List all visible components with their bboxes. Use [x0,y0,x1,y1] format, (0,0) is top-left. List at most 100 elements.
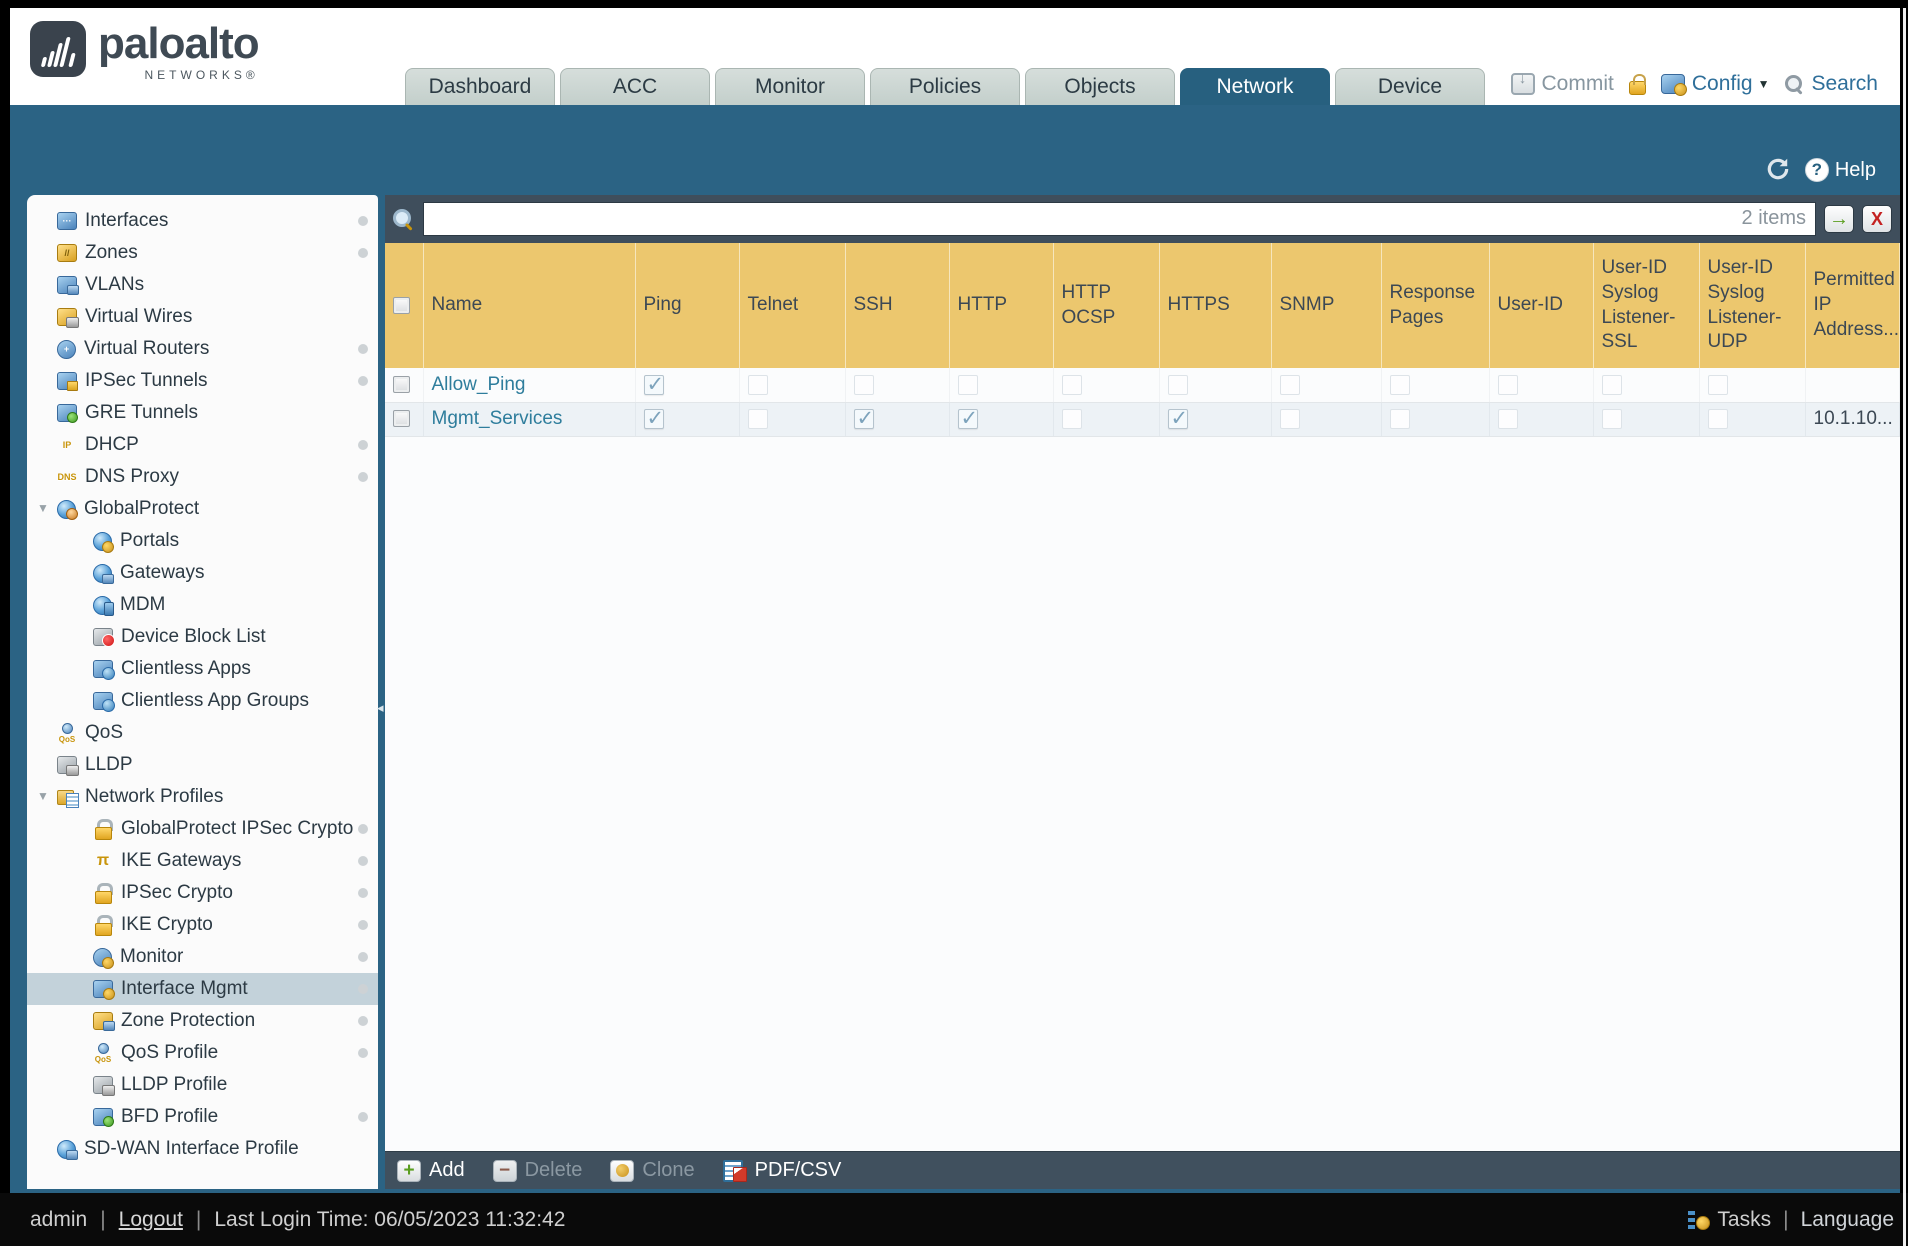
telnet-checkbox[interactable] [747,408,768,429]
search-button[interactable]: Search [1784,72,1878,96]
logout-link[interactable]: Logout [119,1208,183,1232]
sidebar-item-globalprotect[interactable]: ▼ GlobalProtect [27,493,378,525]
help-button[interactable]: ? Help [1804,158,1876,182]
tasks-button[interactable]: Tasks [1688,1208,1771,1232]
sidebar-item-qos[interactable]: QoS [27,717,378,749]
apply-filter-button[interactable]: → [1824,205,1854,233]
user-id-syslog-listener-ssl-checkbox[interactable] [1601,408,1622,429]
expander-icon[interactable]: ▼ [37,789,49,803]
lock-icon[interactable] [1628,73,1646,95]
sidebar-item-mdm[interactable]: MDM [27,589,378,621]
sidebar-item-ipsec-crypto[interactable]: IPSec Crypto [27,877,378,909]
clear-filter-button[interactable]: X [1862,205,1892,233]
column-header-user-id[interactable]: User-ID [1489,243,1594,368]
expander-icon[interactable]: ▼ [37,501,49,515]
tab-monitor[interactable]: Monitor [715,68,865,105]
clone-button[interactable]: Clone [610,1159,695,1182]
pdf-csv-button[interactable]: PDF/CSV [722,1159,841,1182]
http-checkbox[interactable] [957,406,978,430]
sidebar-item-clientless-app-groups[interactable]: Clientless App Groups [27,685,378,717]
filter-input[interactable] [423,202,1816,236]
tab-policies[interactable]: Policies [870,68,1020,105]
http-ocsp-checkbox[interactable] [1061,408,1082,429]
column-header-response-pages[interactable]: Response Pages [1381,243,1490,368]
sidebar-item-zone-protection[interactable]: Zone Protection [27,1005,378,1037]
add-button[interactable]: + Add [397,1159,465,1182]
tab-device[interactable]: Device [1335,68,1485,105]
https-checkbox[interactable] [1167,406,1188,430]
http-checkbox[interactable] [957,374,978,395]
column-header-ping[interactable]: Ping [635,243,740,368]
column-header-ssh[interactable]: SSH [845,243,950,368]
row-select-checkbox[interactable] [393,410,410,428]
tab-objects[interactable]: Objects [1025,68,1175,105]
sidebar-item-interface-mgmt[interactable]: Interface Mgmt [27,973,378,1005]
snmp-checkbox[interactable] [1279,374,1300,395]
config-button[interactable]: Config ▼ [1660,72,1769,96]
sidebar-item-dns-proxy[interactable]: DNS Proxy [27,461,378,493]
ping-checkbox[interactable] [643,372,664,396]
sidebar-item-ike-crypto[interactable]: IKE Crypto [27,909,378,941]
sidebar-item-qos-profile[interactable]: QoS Profile [27,1037,378,1069]
sidebar-item-interfaces[interactable]: Interfaces [27,205,378,237]
sidebar-item-gateways[interactable]: Gateways [27,557,378,589]
sidebar-item-gre-tunnels[interactable]: GRE Tunnels [27,397,378,429]
sidebar-item-bfd-profile[interactable]: BFD Profile [27,1101,378,1133]
network-profiles-icon [57,788,79,808]
sidebar-item-virtual-wires[interactable]: Virtual Wires [27,301,378,333]
language-button[interactable]: Language [1801,1208,1894,1232]
user-id-checkbox[interactable] [1497,374,1518,395]
sidebar-item-network-profiles[interactable]: ▼ Network Profiles [27,781,378,813]
column-header-http-ocsp[interactable]: HTTP OCSP [1053,243,1160,368]
column-header-telnet[interactable]: Telnet [739,243,846,368]
response-pages-checkbox[interactable] [1389,374,1410,395]
sidebar-item-clientless-apps[interactable]: Clientless Apps [27,653,378,685]
tab-dashboard[interactable]: Dashboard [405,68,555,105]
user-id-checkbox[interactable] [1497,408,1518,429]
select-all-checkbox[interactable] [393,296,410,314]
commit-button[interactable]: Commit [1510,70,1614,96]
https-checkbox[interactable] [1167,374,1188,395]
telnet-checkbox[interactable] [747,374,768,395]
sidebar-item-label: QoS [85,722,124,743]
row-name-link[interactable]: Allow_Ping [432,374,526,395]
user-id-syslog-listener-udp-checkbox[interactable] [1707,374,1728,395]
column-header-http[interactable]: HTTP [949,243,1054,368]
sidebar-item-lldp-profile[interactable]: LLDP Profile [27,1069,378,1101]
sidebar-item-zones[interactable]: Zones [27,237,378,269]
tab-acc[interactable]: ACC [560,68,710,105]
column-header-permitted-ip-address[interactable]: Permitted IP Address... [1805,243,1900,368]
sidebar-item-portals[interactable]: Portals [27,525,378,557]
user-id-syslog-listener-udp-checkbox[interactable] [1707,408,1728,429]
sidebar-item-monitor[interactable]: Monitor [27,941,378,973]
qos-profile-icon [93,1043,113,1064]
user-id-syslog-listener-ssl-checkbox[interactable] [1601,374,1622,395]
sidebar-item-dhcp[interactable]: DHCP [27,429,378,461]
ssh-checkbox[interactable] [853,406,874,430]
column-header-https[interactable]: HTTPS [1159,243,1272,368]
sidebar-item-virtual-routers[interactable]: Virtual Routers [27,333,378,365]
column-header-snmp[interactable]: SNMP [1271,243,1382,368]
refresh-icon[interactable] [1765,156,1791,182]
sidebar-item-lldp[interactable]: LLDP [27,749,378,781]
sidebar-item-globalprotect-ipsec-crypto[interactable]: GlobalProtect IPSec Crypto [27,813,378,845]
column-header-user-id-syslog-listener-ssl[interactable]: User-ID Syslog Listener-SSL [1593,243,1700,368]
column-header-user-id-syslog-listener-udp[interactable]: User-ID Syslog Listener-UDP [1699,243,1806,368]
sidebar-item-vlans[interactable]: VLANs [27,269,378,301]
search-icon [1784,74,1804,94]
sidebar-item-sd-wan-interface-profile[interactable]: SD-WAN Interface Profile [27,1133,378,1165]
ssh-checkbox[interactable] [853,374,874,395]
sidebar-item-ike-gateways[interactable]: IKE Gateways [27,845,378,877]
row-name-link[interactable]: Mgmt_Services [432,408,563,429]
http-ocsp-checkbox[interactable] [1061,374,1082,395]
column-header-name[interactable]: Name [423,243,636,368]
collapse-sidebar-icon[interactable]: ◂ [377,700,384,716]
sidebar-item-device-block-list[interactable]: Device Block List [27,621,378,653]
tab-network[interactable]: Network [1180,68,1330,105]
delete-button[interactable]: − Delete [492,1159,582,1182]
row-select-checkbox[interactable] [393,376,410,394]
response-pages-checkbox[interactable] [1389,408,1410,429]
snmp-checkbox[interactable] [1279,408,1300,429]
ping-checkbox[interactable] [643,406,664,430]
sidebar-item-ipsec-tunnels[interactable]: IPSec Tunnels [27,365,378,397]
